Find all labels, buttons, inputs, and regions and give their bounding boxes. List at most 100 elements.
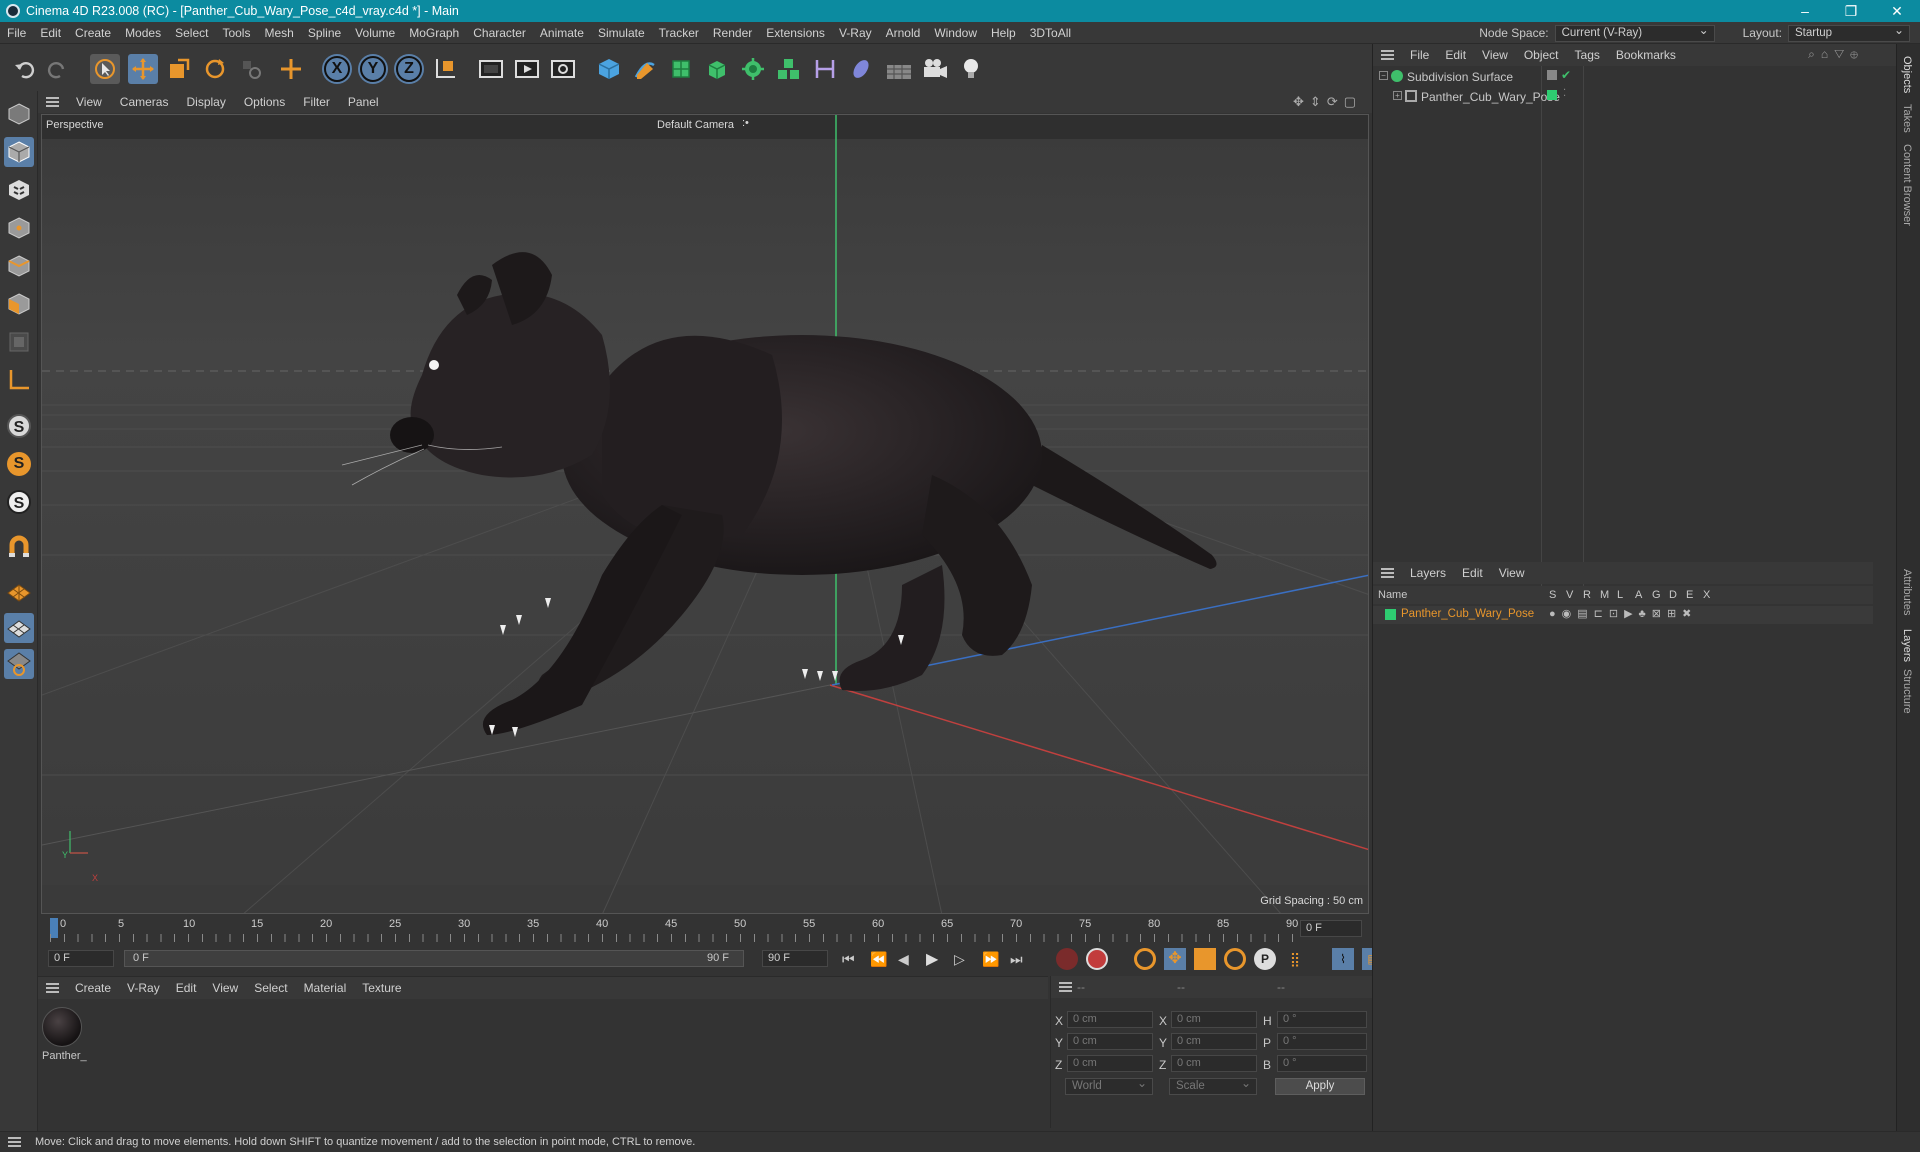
grid-plane-icon[interactable] — [4, 577, 34, 607]
menu-help[interactable]: Help — [984, 26, 1023, 40]
viewport-menu-filter[interactable]: Filter — [294, 95, 339, 109]
layers-menu-view[interactable]: View — [1491, 566, 1533, 580]
start-frame-field[interactable]: 0 F — [48, 950, 114, 967]
mograph-icon[interactable] — [738, 54, 768, 84]
side-tab-takes[interactable]: Takes — [1901, 104, 1913, 133]
viewport-menu-icon[interactable] — [46, 97, 59, 107]
redo-icon[interactable] — [42, 54, 72, 84]
scale-icon[interactable] — [164, 54, 194, 84]
camera-icon[interactable] — [920, 54, 950, 84]
deformer-icon[interactable] — [810, 54, 840, 84]
polygon-mode-icon[interactable] — [4, 289, 34, 319]
next-key-icon[interactable]: ⏩ — [982, 951, 1002, 968]
frame-range-slider[interactable]: 0 F 90 F — [124, 950, 744, 967]
viewport-menu-panel[interactable]: Panel — [339, 95, 388, 109]
layer-color-icon[interactable] — [1547, 90, 1557, 100]
menu-mograph[interactable]: MoGraph — [402, 26, 466, 40]
current-frame-field[interactable]: 0 F — [1300, 920, 1362, 937]
timeline-ruler[interactable]: 0 5 10 15 20 25 30 35 40 45 50 55 60 65 … — [50, 918, 1300, 944]
go-to-start-icon[interactable]: ⏮ — [842, 951, 862, 968]
object-menu-file[interactable]: File — [1402, 48, 1437, 62]
maximize-button[interactable]: ❐ — [1828, 0, 1874, 22]
uv-mode-icon[interactable] — [4, 327, 34, 357]
viewport-menu-cameras[interactable]: Cameras — [111, 95, 178, 109]
layer-name[interactable]: Panther_Cub_Wary_Pose — [1401, 608, 1534, 620]
object-menu-edit[interactable]: Edit — [1437, 48, 1474, 62]
go-to-end-icon[interactable]: ⏭ — [1010, 951, 1030, 968]
collapse-icon[interactable]: − — [1379, 71, 1388, 80]
close-button[interactable]: ✕ — [1874, 0, 1920, 22]
side-tab-objects[interactable]: Objects — [1901, 56, 1913, 93]
floor-icon[interactable] — [884, 54, 914, 84]
object-name[interactable]: Subdivision Surface — [1407, 70, 1513, 84]
coord-size-x-field[interactable]: 0 cm — [1171, 1011, 1257, 1028]
object-row[interactable]: + Panther_Cub_Wary_Pose ⁚ — [1375, 88, 1871, 106]
coord-size-z-field[interactable]: 0 cm — [1171, 1055, 1257, 1072]
coord-rot-p-field[interactable]: 0 ° — [1277, 1033, 1367, 1050]
material-menu-select[interactable]: Select — [246, 981, 295, 995]
render-settings-icon[interactable] — [548, 54, 578, 84]
add-icon[interactable] — [276, 54, 306, 84]
x-axis-icon[interactable]: X — [322, 54, 352, 84]
material-menu-icon[interactable] — [46, 983, 59, 993]
edge-mode-icon[interactable] — [4, 251, 34, 281]
pen-icon[interactable] — [630, 54, 660, 84]
record-icon[interactable] — [1056, 948, 1078, 970]
viewport-menu-view[interactable]: View — [67, 95, 111, 109]
layout-dropdown[interactable]: Startup — [1788, 23, 1910, 42]
viewport-camera-name[interactable]: Default Camera — [657, 119, 734, 131]
side-tab-attributes[interactable]: Attributes — [1901, 569, 1913, 615]
material-menu-material[interactable]: Material — [296, 981, 355, 995]
menu-tracker[interactable]: Tracker — [652, 26, 706, 40]
recent-icon[interactable] — [236, 54, 266, 84]
menu-select[interactable]: Select — [168, 26, 215, 40]
menu-window[interactable]: Window — [927, 26, 984, 40]
layer-row[interactable]: Panther_Cub_Wary_Pose ●◉▤⊏⊡▶♣⊠⊞✖ — [1373, 606, 1873, 624]
object-dots-icon[interactable]: ⁚ — [1563, 88, 1566, 99]
layer-toggle-icons[interactable]: ●◉▤⊏⊡▶♣⊠⊞✖ — [1549, 607, 1697, 620]
menu-3dtoall[interactable]: 3DToAll — [1023, 26, 1078, 40]
menu-character[interactable]: Character — [466, 26, 533, 40]
menu-volume[interactable]: Volume — [348, 26, 402, 40]
axis-mode-icon[interactable] — [4, 365, 34, 395]
subdivision-icon[interactable] — [666, 54, 696, 84]
menu-spline[interactable]: Spline — [301, 26, 348, 40]
cloner-icon[interactable] — [774, 54, 804, 84]
viewport-nav-icons[interactable]: ✥⇕⟳▢ — [1293, 94, 1362, 110]
key-pla-icon[interactable]: ⣿ — [1284, 948, 1306, 970]
minimize-button[interactable]: – — [1782, 0, 1828, 22]
object-menu-view[interactable]: View — [1474, 48, 1516, 62]
magnet-icon[interactable] — [4, 533, 34, 563]
cube-icon[interactable] — [594, 54, 624, 84]
coord-size-y-field[interactable]: 0 cm — [1171, 1033, 1257, 1050]
enabled-check-icon[interactable]: ✔ — [1561, 68, 1571, 82]
side-tab-layers[interactable]: Layers — [1901, 629, 1913, 662]
node-space-dropdown[interactable]: Current (V-Ray) — [1554, 23, 1715, 42]
menu-file[interactable]: File — [0, 26, 33, 40]
object-menu-object[interactable]: Object — [1516, 48, 1567, 62]
key-param-icon[interactable]: P — [1254, 948, 1276, 970]
material-menu-texture[interactable]: Texture — [354, 981, 409, 995]
light-icon[interactable] — [956, 54, 986, 84]
menu-animate[interactable]: Animate — [533, 26, 591, 40]
coord-rot-h-field[interactable]: 0 ° — [1277, 1011, 1367, 1028]
key-scale-icon[interactable] — [1194, 948, 1216, 970]
material-menu-edit[interactable]: Edit — [168, 981, 205, 995]
prev-key-icon[interactable]: ⏪ — [870, 951, 890, 968]
key-position-icon[interactable]: ✥ — [1164, 948, 1186, 970]
coord-pos-z-field[interactable]: 0 cm — [1067, 1055, 1153, 1072]
object-menu-bookmarks[interactable]: Bookmarks — [1608, 48, 1684, 62]
menu-mesh[interactable]: Mesh — [257, 26, 300, 40]
viewport-menu-display[interactable]: Display — [177, 95, 234, 109]
apply-button[interactable]: Apply — [1275, 1078, 1365, 1095]
field-icon[interactable] — [846, 54, 876, 84]
point-mode-icon[interactable] — [4, 213, 34, 243]
menu-modes[interactable]: Modes — [118, 26, 168, 40]
coord-mode-dropdown[interactable]: Scale — [1169, 1076, 1257, 1095]
prev-frame-icon[interactable]: ◀ — [898, 951, 918, 968]
workplane-lock-icon[interactable] — [4, 649, 34, 679]
render-view-icon[interactable] — [512, 54, 542, 84]
material-menu-vray[interactable]: V-Ray — [119, 981, 168, 995]
coord-space-dropdown[interactable]: World — [1065, 1076, 1153, 1095]
menu-render[interactable]: Render — [706, 26, 759, 40]
